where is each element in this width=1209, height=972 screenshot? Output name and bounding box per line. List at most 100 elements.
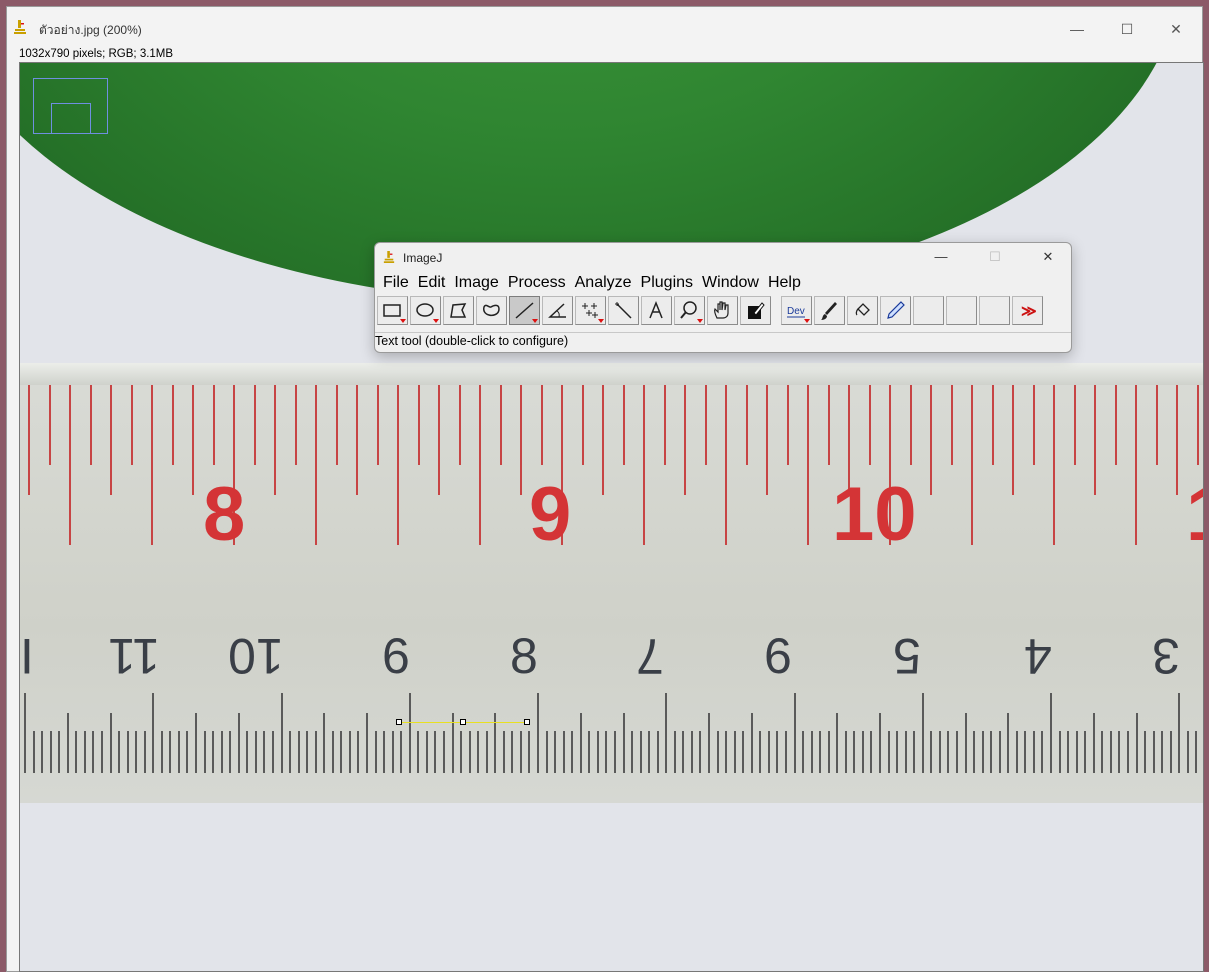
imagej-minimize-button[interactable]: — <box>918 246 964 268</box>
ruler-tick <box>990 731 993 773</box>
ruler-number-inverted: 8 <box>510 628 538 684</box>
ruler-tick <box>391 731 394 773</box>
ruler-tick <box>766 385 768 495</box>
pencil-tool[interactable] <box>880 296 911 325</box>
ruler-tick <box>434 731 437 773</box>
image-window-titlebar[interactable]: ตัวอย่าง.jpg (200%) — ☐ ✕ <box>7 7 1202 47</box>
ruler-tick <box>1101 731 1104 773</box>
ruler-tick <box>1152 731 1155 773</box>
line-handle[interactable] <box>396 719 402 725</box>
ruler-tick <box>315 385 317 545</box>
ruler-tick <box>1094 385 1096 495</box>
menu-image[interactable]: Image <box>454 274 498 294</box>
image-canvas[interactable]: 8 9 10 1 I 11 10 6 8 7 6 5 4 3 <box>19 62 1204 972</box>
point-tool[interactable] <box>575 296 606 325</box>
rectangle-tool[interactable] <box>377 296 408 325</box>
freehand-icon <box>483 304 500 317</box>
ruler-number-inverted: 5 <box>893 628 921 684</box>
ruler-tick <box>356 385 358 495</box>
ruler-tick <box>246 731 249 773</box>
ruler-tick <box>622 385 625 465</box>
ruler-number: 9 <box>529 472 572 557</box>
maximize-button[interactable]: ☐ <box>1104 15 1150 43</box>
ruler-tick <box>253 385 256 465</box>
empty-tool-slot[interactable] <box>979 296 1010 325</box>
ruler-tick <box>786 385 789 465</box>
ruler-tick <box>519 731 522 773</box>
empty-tool-slot[interactable] <box>913 296 944 325</box>
ruler-tick <box>930 731 933 773</box>
imagej-microscope-icon <box>14 20 26 34</box>
ruler-tick <box>83 731 86 773</box>
minimize-button[interactable]: — <box>1054 15 1100 43</box>
straight-line-tool[interactable] <box>509 296 540 325</box>
line-handle[interactable] <box>460 719 466 725</box>
ruler-tick <box>868 385 871 465</box>
imagej-toolbar-window: ImageJ — ☐ ✕ File Edit Image Process Ana… <box>374 242 1072 353</box>
ruler-tick <box>135 731 138 773</box>
ruler-tick <box>229 731 232 773</box>
ruler-tick <box>171 385 174 465</box>
ruler-tick <box>1053 385 1055 545</box>
wand-tool[interactable] <box>608 296 639 325</box>
ruler-tick <box>836 713 839 773</box>
text-tool[interactable] <box>641 296 672 325</box>
ruler-tick <box>306 731 309 773</box>
ruler-tick <box>1196 385 1199 465</box>
color-picker-tool[interactable] <box>740 296 771 325</box>
close-button[interactable]: ✕ <box>1153 15 1199 43</box>
ruler-tick <box>195 713 197 773</box>
pencil-icon <box>887 301 905 319</box>
brush-tool[interactable] <box>814 296 845 325</box>
ruler-tick <box>297 731 300 773</box>
dev-tool[interactable]: Dev <box>781 296 812 325</box>
ruler-tick <box>376 385 379 465</box>
color-picker-icon <box>748 302 765 319</box>
oval-tool[interactable] <box>410 296 441 325</box>
ruler-tick <box>126 731 129 773</box>
line-handle[interactable] <box>524 719 530 725</box>
freehand-tool[interactable] <box>476 296 507 325</box>
ruler-tick <box>745 385 748 465</box>
ruler-tick <box>41 731 44 773</box>
menu-help[interactable]: Help <box>768 274 801 294</box>
ruler-tick <box>32 731 35 773</box>
menu-analyze[interactable]: Analyze <box>575 274 632 294</box>
ruler-tick <box>69 385 71 545</box>
ruler-tick <box>314 731 317 773</box>
hand-tool[interactable] <box>707 296 738 325</box>
angle-tool[interactable] <box>542 296 573 325</box>
imagej-close-button[interactable]: ✕ <box>1025 246 1071 268</box>
ruler-tick <box>408 693 411 773</box>
empty-tool-slot[interactable] <box>946 296 977 325</box>
status-bar: Text tool (double-click to configure) <box>375 334 569 348</box>
ruler-number-inverted: 6 <box>764 628 792 684</box>
polygon-tool[interactable] <box>443 296 474 325</box>
ruler-tick <box>374 731 377 773</box>
flood-fill-tool[interactable] <box>847 296 878 325</box>
ruler-tick <box>955 731 958 773</box>
ruler-tick <box>802 731 805 773</box>
menu-edit[interactable]: Edit <box>418 274 446 294</box>
ruler-tick <box>438 385 440 495</box>
menu-plugins[interactable]: Plugins <box>641 274 693 294</box>
ruler-tick <box>1012 385 1014 495</box>
ruler-tick <box>331 731 334 773</box>
ruler-tick <box>921 693 924 773</box>
menu-file[interactable]: File <box>383 274 409 294</box>
more-tools-button[interactable]: ≫ <box>1012 296 1043 325</box>
ruler-tick <box>1114 385 1117 465</box>
menu-process[interactable]: Process <box>508 274 566 294</box>
dev-icon: Dev <box>787 306 805 318</box>
zoom-navigator[interactable] <box>33 78 108 134</box>
ruler-tick <box>571 731 574 773</box>
ruler-tick <box>673 731 676 773</box>
menu-window[interactable]: Window <box>702 274 759 294</box>
ruler-tick <box>1092 713 1095 773</box>
magnifier-tool[interactable] <box>674 296 705 325</box>
ruler-tick <box>49 731 52 773</box>
dev-label: Dev <box>787 306 805 317</box>
imagej-titlebar[interactable]: ImageJ — ☐ ✕ <box>375 243 1071 271</box>
ruler-tick <box>870 731 873 773</box>
ruler-tick <box>511 731 514 773</box>
